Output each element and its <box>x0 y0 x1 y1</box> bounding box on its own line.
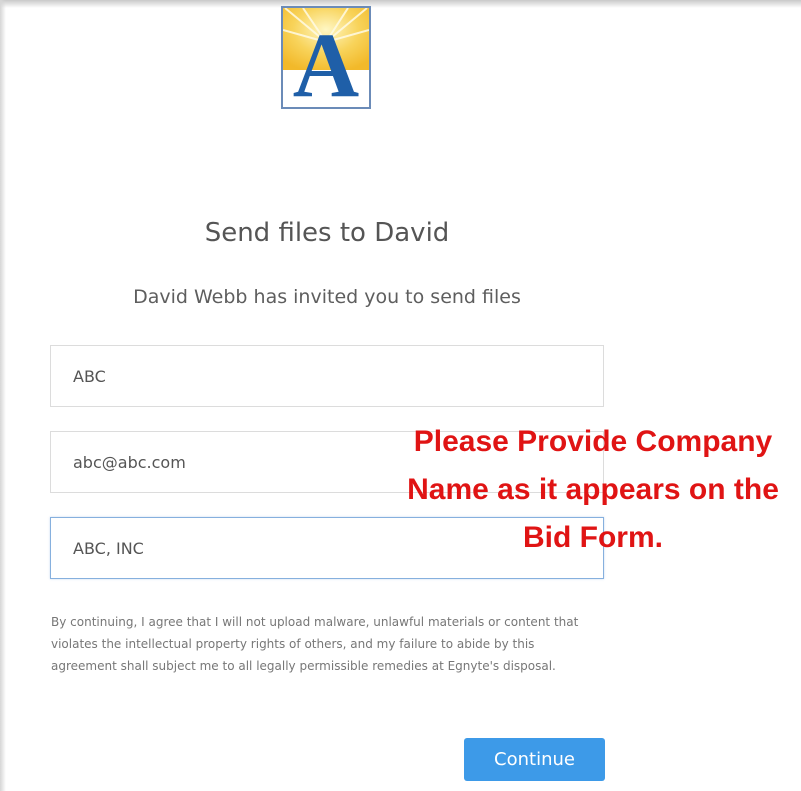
disclaimer-text: By continuing, I agree that I will not u… <box>51 615 579 673</box>
red-annotation: Please Provide Company Name as it appear… <box>407 425 779 554</box>
name-field[interactable] <box>50 345 604 407</box>
window-left-edge <box>0 0 6 791</box>
logo-graphic: A <box>283 8 369 107</box>
logo-letter: A <box>293 14 359 107</box>
window-top-shadow <box>0 0 801 8</box>
company-logo: A <box>281 6 371 109</box>
continue-button[interactable]: Continue <box>464 738 605 781</box>
page-title: Send files to David <box>204 218 450 248</box>
page-subtitle: David Webb has invited you to send files <box>133 286 521 308</box>
